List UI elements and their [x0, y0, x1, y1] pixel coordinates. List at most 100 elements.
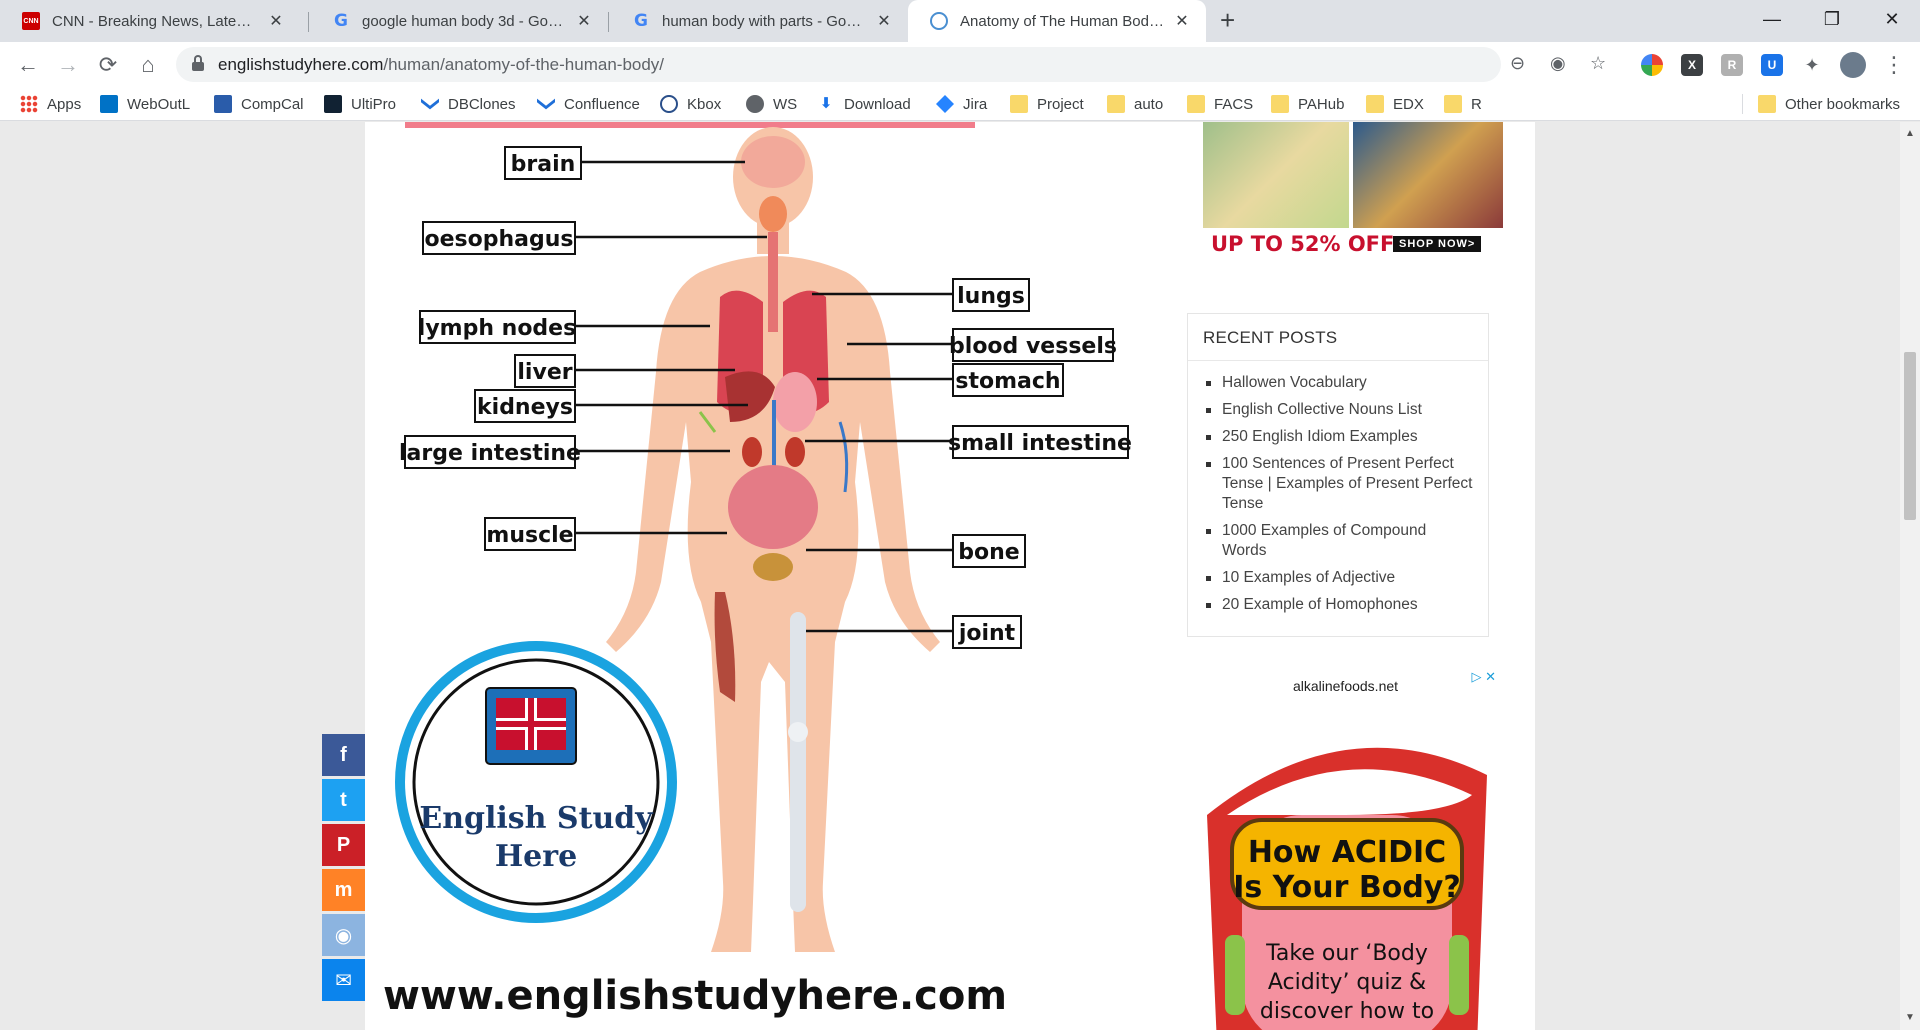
maximize-icon[interactable]: ❐	[1802, 0, 1862, 38]
label-stomach: stomach	[955, 369, 1060, 394]
bookmark-edx[interactable]: EDX	[1366, 93, 1424, 115]
bookmark-dbclones[interactable]: DBClones	[421, 93, 516, 115]
bookmark-auto[interactable]: auto	[1107, 93, 1163, 115]
tracking-hidden-icon[interactable]: ◉	[1550, 53, 1566, 74]
bookmark-label: UltiPro	[351, 95, 397, 113]
tab-cnn[interactable]: CNN CNN - Breaking News, Latest News ✕	[0, 0, 300, 42]
ultipro-icon	[324, 95, 342, 113]
ad-promo-text: UP TO 52% OFF	[1211, 232, 1395, 256]
chrome-menu-icon[interactable]: ⋮	[1879, 50, 1909, 80]
bookmark-label: Confluence	[564, 95, 640, 113]
tab-close-icon[interactable]: ✕	[874, 11, 894, 31]
twitter-icon: t	[340, 788, 347, 811]
x-extension-icon[interactable]: X	[1681, 54, 1703, 76]
folder-icon	[1010, 95, 1028, 113]
tab-title: CNN - Breaking News, Latest News	[52, 12, 258, 30]
tab-close-icon[interactable]: ✕	[574, 11, 594, 31]
bookmark-star-icon[interactable]: ☆	[1590, 53, 1606, 74]
url-text[interactable]: englishstudyhere.com/human/anatomy-of-th…	[218, 55, 664, 75]
ad-image-left	[1203, 122, 1349, 228]
scroll-thumb[interactable]	[1904, 352, 1916, 520]
share-pinterest-button[interactable]: P	[322, 824, 365, 866]
recent-post-link[interactable]: 250 English Idiom Examples	[1206, 427, 1473, 447]
scroll-down-icon[interactable]: ▼	[1905, 1012, 1915, 1023]
folder-icon	[1366, 95, 1384, 113]
bookmark-r[interactable]: R	[1444, 93, 1482, 115]
bookmark-facs[interactable]: FACS	[1187, 93, 1253, 115]
home-icon[interactable]: ⌂	[133, 50, 163, 80]
reader-extension-icon[interactable]: R	[1721, 54, 1743, 76]
tab-human-body-with-parts[interactable]: G human body with parts - Google Search …	[610, 0, 908, 42]
human-body-anatomy-infographic: brain oesophagus lymph nodes liver kidne…	[383, 122, 1132, 1019]
tab-google-human-body-3d[interactable]: G google human body 3d - Google Search ✕	[310, 0, 608, 42]
tab-strip: CNN CNN - Breaking News, Latest News ✕ G…	[0, 0, 1920, 42]
share-twitter-button[interactable]: t	[322, 779, 365, 821]
minimize-icon[interactable]: —	[1742, 0, 1802, 38]
share-reddit-button[interactable]: ◉	[322, 914, 365, 956]
tab-anatomy-active[interactable]: Anatomy of The Human Body - English Stud…	[908, 0, 1206, 42]
bookmark-other[interactable]: Other bookmarks	[1758, 93, 1900, 115]
recent-post-link[interactable]: 100 Sentences of Present Perfect Tense |…	[1206, 454, 1473, 514]
folder-icon	[1758, 95, 1776, 113]
shield-extension-icon[interactable]: U	[1761, 54, 1783, 76]
intestines-organ	[728, 465, 818, 549]
google-icon: G	[334, 11, 348, 31]
bookmark-ws[interactable]: WS	[746, 93, 797, 115]
ad-shop-now-button[interactable]: SHOP NOW>	[1393, 236, 1482, 252]
tab-close-icon[interactable]: ✕	[1172, 11, 1192, 31]
ad-banner-clothing[interactable]: UP TO 52% OFF SHOP NOW>	[1203, 122, 1503, 262]
folder-icon	[1444, 95, 1462, 113]
apps-grid-icon	[20, 95, 38, 113]
bookmark-apps[interactable]: Apps	[20, 93, 81, 115]
bookmark-label: Download	[844, 95, 911, 113]
bookmark-label: Other bookmarks	[1785, 95, 1901, 113]
recent-post-link[interactable]: 1000 Examples of Compound Words	[1206, 521, 1473, 561]
page-viewport: brain oesophagus lymph nodes liver kidne…	[0, 122, 1900, 1030]
reload-icon[interactable]: ⟳	[93, 50, 123, 80]
profile-avatar[interactable]	[1840, 52, 1866, 78]
zoom-icon[interactable]: ⊖	[1510, 53, 1525, 74]
bookmark-project[interactable]: Project	[1010, 93, 1084, 115]
outlook-icon	[100, 95, 118, 113]
recent-post-link[interactable]: 20 Example of Homophones	[1206, 595, 1473, 615]
page-scrollbar[interactable]: ▲ ▼	[1900, 122, 1920, 1030]
color-picker-extension-icon[interactable]	[1641, 54, 1663, 76]
article-body: brain oesophagus lymph nodes liver kidne…	[365, 122, 1165, 1030]
tab-close-icon[interactable]: ✕	[266, 11, 286, 31]
bookmark-label: Apps	[47, 95, 82, 113]
bookmark-label: Jira	[963, 95, 988, 113]
share-mix-button[interactable]: m	[322, 869, 365, 911]
recent-post-link[interactable]: English Collective Nouns List	[1206, 400, 1473, 420]
share-email-button[interactable]: ✉	[322, 959, 365, 1001]
facebook-icon: f	[340, 743, 347, 766]
back-icon[interactable]: ←	[13, 50, 43, 80]
bookmark-confluence[interactable]: Confluence	[537, 93, 640, 115]
window-close-icon[interactable]: ✕	[1862, 0, 1920, 38]
bookmark-ultipro[interactable]: UltiPro	[324, 93, 396, 115]
bookmark-jira[interactable]: Jira	[936, 93, 987, 115]
extensions-puzzle-icon[interactable]: ✦	[1801, 54, 1823, 76]
bookmark-label: WebOutL	[127, 95, 191, 113]
label-oesophagus: oesophagus	[424, 227, 573, 252]
email-icon: ✉	[335, 969, 352, 992]
bookmark-label: PAHub	[1298, 95, 1345, 113]
scroll-up-icon[interactable]: ▲	[1905, 128, 1915, 139]
address-bar[interactable]: englishstudyhere.com/human/anatomy-of-th…	[176, 47, 1606, 82]
new-tab-icon[interactable]: +	[1220, 5, 1235, 36]
ad-acidity-quiz[interactable]: alkalinefoods.net ▷ ✕ How ACIDIC Is Your…	[1187, 665, 1504, 1030]
tab-title: Anatomy of The Human Body - English Stud…	[960, 12, 1164, 30]
bookmark-download[interactable]: ⬇ Download	[817, 93, 911, 115]
bookmark-weboutl[interactable]: WebOutL	[100, 93, 190, 115]
bookmark-compcal[interactable]: CompCal	[214, 93, 304, 115]
forward-icon[interactable]: →	[53, 50, 83, 80]
bookmark-kbox[interactable]: Kbox	[660, 93, 721, 115]
recent-post-link[interactable]: Hallowen Vocabulary	[1206, 373, 1473, 393]
recent-posts-heading: RECENT POSTS	[1188, 314, 1488, 361]
bookmark-pahub[interactable]: PAHub	[1271, 93, 1344, 115]
share-facebook-button[interactable]: f	[322, 734, 365, 776]
logo-line1: English Study	[419, 801, 654, 836]
recent-post-link[interactable]: 10 Examples of Adjective	[1206, 568, 1473, 588]
lock-icon[interactable]	[192, 55, 204, 71]
bookmark-label: EDX	[1393, 95, 1424, 113]
cropped-title	[405, 122, 975, 128]
